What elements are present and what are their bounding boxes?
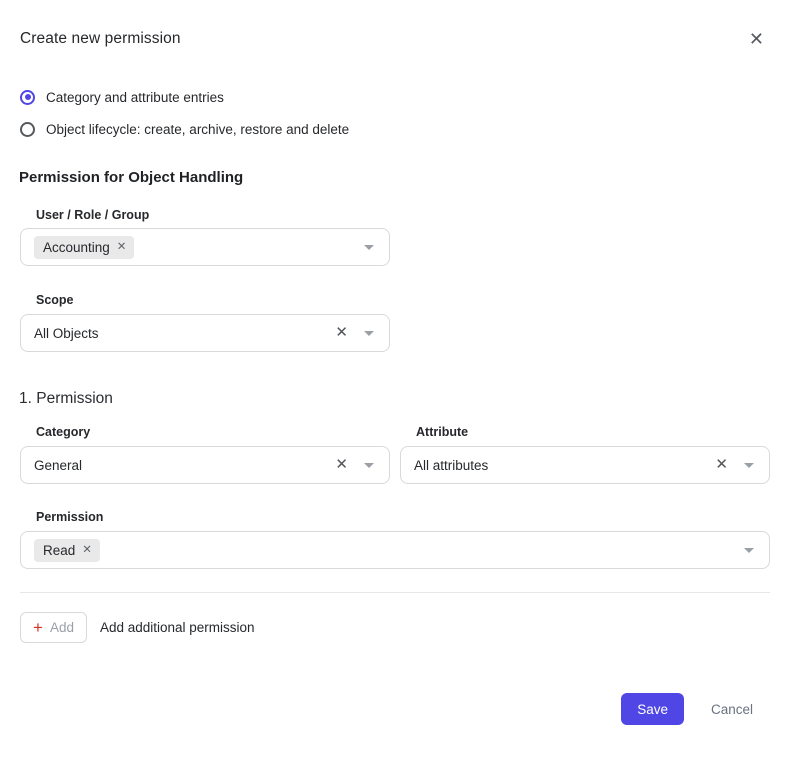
selected-tag-read: Read ✕ — [34, 539, 100, 562]
radio-option-category-attribute[interactable]: Category and attribute entries — [20, 87, 770, 107]
permission-block-heading: 1. Permission — [19, 390, 770, 407]
chevron-down-icon[interactable] — [364, 463, 374, 468]
plus-icon: + — [33, 619, 43, 636]
radio-selected-icon[interactable] — [20, 90, 35, 105]
user-role-group-select[interactable]: Accounting ✕ — [20, 228, 390, 266]
scope-label: Scope — [36, 293, 770, 307]
clear-icon[interactable]: ✕ — [335, 325, 348, 341]
add-button-label: Add — [50, 620, 74, 635]
category-select[interactable]: General ✕ — [20, 446, 390, 484]
tag-remove-icon[interactable]: ✕ — [117, 241, 127, 253]
add-permission-row: + Add Add additional permission — [20, 612, 770, 643]
clear-icon[interactable]: ✕ — [715, 457, 728, 473]
permission-select[interactable]: Read ✕ — [20, 531, 770, 569]
selected-tag-accounting: Accounting ✕ — [34, 236, 134, 259]
attribute-select[interactable]: All attributes ✕ — [400, 446, 770, 484]
radio-unselected-icon[interactable] — [20, 122, 35, 137]
save-button[interactable]: Save — [621, 693, 684, 725]
cancel-button[interactable]: Cancel — [711, 702, 753, 717]
section-heading-object-handling: Permission for Object Handling — [19, 170, 770, 186]
add-permission-button[interactable]: + Add — [20, 612, 87, 643]
category-attribute-fields-row: General ✕ All attributes ✕ — [20, 439, 770, 484]
category-label: Category — [36, 425, 390, 439]
chevron-down-icon[interactable] — [744, 463, 754, 468]
category-attribute-labels-row: Category Attribute — [20, 425, 770, 439]
attribute-label: Attribute — [416, 425, 770, 439]
create-permission-dialog: Create new permission ✕ Category and att… — [0, 30, 789, 771]
attribute-value: All attributes — [414, 458, 715, 473]
tag-text: Read — [43, 543, 75, 558]
tag-text: Accounting — [43, 240, 110, 255]
dialog-title: Create new permission — [20, 30, 181, 48]
user-role-group-label: User / Role / Group — [36, 208, 770, 222]
chevron-down-icon[interactable] — [744, 548, 754, 553]
close-icon[interactable]: ✕ — [749, 30, 764, 48]
chevron-down-icon[interactable] — [364, 331, 374, 336]
clear-icon[interactable]: ✕ — [335, 457, 348, 473]
scope-value: All Objects — [34, 326, 335, 341]
dialog-footer: Save Cancel — [20, 693, 770, 725]
tag-remove-icon[interactable]: ✕ — [82, 544, 92, 556]
permission-label: Permission — [36, 510, 770, 524]
radio-option-label: Category and attribute entries — [46, 90, 224, 105]
permission-type-radio-group: Category and attribute entries Object li… — [20, 87, 770, 139]
dialog-header: Create new permission ✕ — [20, 30, 770, 48]
chevron-down-icon[interactable] — [364, 245, 374, 250]
radio-option-label: Object lifecycle: create, archive, resto… — [46, 122, 349, 137]
add-permission-description: Add additional permission — [100, 620, 255, 635]
category-value: General — [34, 458, 335, 473]
scope-select[interactable]: All Objects ✕ — [20, 314, 390, 352]
radio-option-object-lifecycle[interactable]: Object lifecycle: create, archive, resto… — [20, 119, 770, 139]
divider — [20, 592, 770, 593]
